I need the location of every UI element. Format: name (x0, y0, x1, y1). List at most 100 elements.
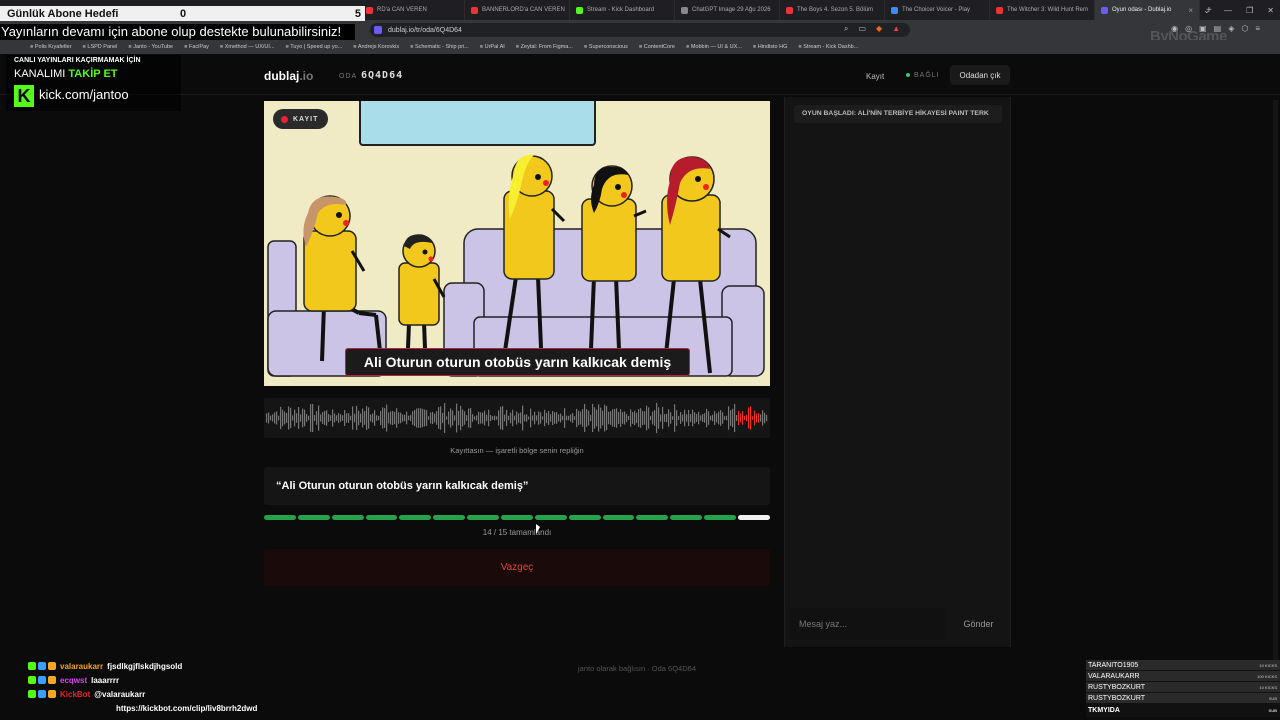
waveform-bar (524, 414, 526, 422)
browser-tab[interactable]: The Boys 4. Sezon 5. Bölüm (780, 0, 885, 20)
restore-icon[interactable]: ❐ (1246, 6, 1253, 15)
bookmark-item[interactable]: Tuyo | Speed up yo... (286, 44, 342, 50)
page-scrollbar[interactable] (1273, 100, 1278, 660)
waveform-bar (290, 407, 292, 429)
audio-waveform[interactable] (264, 398, 770, 438)
waveform-bar (424, 409, 426, 427)
bookmark-item[interactable]: Superconscious (584, 44, 628, 50)
chat-message: @valaraukarr (94, 689, 146, 699)
waveform-bar (578, 410, 580, 426)
room-code: 6Q4D64 (361, 70, 404, 81)
tab-label: The Witcher 3: Wild Hunt Rem (1007, 7, 1089, 13)
waveform-bar (590, 414, 592, 422)
url-field[interactable]: dublaj.io/tr/oda/6Q4D64 (370, 23, 910, 37)
waveform-bar (300, 414, 302, 422)
waveform-bar (668, 409, 670, 427)
waveform-bar (638, 408, 640, 428)
browser-tab[interactable]: BANNERLORD'a CAN VEREN (465, 0, 570, 20)
bookmark-item[interactable]: Mobbin — UI & UX... (686, 44, 742, 50)
chat-message: laaarrrr (91, 675, 120, 685)
browser-tab[interactable]: Stream - Kick Dashboard (570, 0, 675, 20)
minimize-icon[interactable]: — (1224, 6, 1232, 15)
nav-record-link[interactable]: Kayıt (866, 72, 884, 81)
wallet-icon[interactable]: ⬡ (1241, 24, 1248, 33)
waveform-bar (716, 413, 718, 423)
waveform-bar (330, 415, 332, 421)
waveform-bar (594, 407, 596, 429)
browser-tab[interactable]: RD'a CAN VEREN (360, 0, 465, 20)
browser-tab[interactable]: The Choicer Voicer - Play (885, 0, 990, 20)
bookmark-item[interactable]: Xmethod — UX/UI... (220, 44, 275, 50)
current-line-card: “Ali Oturun oturun otobüs yarın kalkıcak… (264, 467, 770, 505)
cancel-button[interactable]: Vazgeç (264, 549, 770, 586)
waveform-bar (310, 404, 312, 432)
waveform-bar (302, 408, 304, 428)
brave-shield-icon[interactable]: ◆ (876, 24, 882, 34)
waveform-bar (328, 414, 330, 422)
bookmark-item[interactable]: ContentCore (639, 44, 675, 50)
waveform-bar (584, 404, 586, 432)
menu-icon[interactable]: ≡ (1255, 24, 1260, 33)
waveform-bar (532, 415, 534, 421)
waveform-bar (740, 413, 742, 423)
waveform-bar (600, 407, 602, 429)
progress-segment (297, 515, 330, 520)
leaderboard-name: VALARAUKARR (1088, 672, 1140, 680)
tab-search-icon[interactable]: ⌄ (1203, 6, 1210, 15)
waveform-bar (414, 409, 416, 427)
leaderboard-name: RUSTYBOZKURT (1088, 694, 1146, 702)
waveform-bar (672, 416, 674, 420)
waveform-bar (634, 410, 636, 426)
waveform-bar (364, 411, 366, 425)
close-tab-icon[interactable]: × (1188, 6, 1193, 15)
zoom-icon[interactable]: ⌕ (844, 24, 848, 34)
bookmark-item[interactable]: Hindisto HG (753, 44, 788, 50)
waveform-bar (348, 413, 350, 423)
tab-favicon-icon (786, 6, 793, 14)
bookmark-item[interactable]: Stream - Kick Dashb... (798, 44, 858, 50)
waveform-bar (322, 412, 324, 424)
dublaj-logo[interactable]: dublaj.io (264, 69, 313, 83)
bookmark-item[interactable]: Polis Kıyafetler (30, 44, 72, 50)
waveform-bar (480, 412, 482, 424)
app-header: dublaj.io ODA 6Q4D64 Kayıt BAĞLI Odadan … (0, 57, 1280, 95)
message-input[interactable] (789, 608, 946, 640)
sub-goal-current: 0 (180, 7, 187, 20)
bookmark-item[interactable]: Janto - YouTube (128, 44, 173, 50)
extension-icon[interactable]: ◈ (1228, 24, 1234, 33)
waveform-bar (592, 403, 594, 433)
bookmark-item[interactable]: UrPal AI (480, 44, 505, 50)
badge-icon (38, 676, 46, 684)
bookmark-item[interactable]: Schematic - Ship pri... (410, 44, 469, 50)
browser-tab[interactable]: The Witcher 3: Wild Hunt Rem (990, 0, 1095, 20)
cast-icon[interactable]: ▭ (858, 24, 866, 34)
bookmark-item[interactable]: Zeytal: From Figma... (516, 44, 573, 50)
rewards-icon[interactable]: ▲ (892, 24, 900, 34)
progress-segment (602, 515, 635, 520)
leave-room-button[interactable]: Odadan çık (950, 65, 1010, 85)
waveform-bar (698, 411, 700, 425)
waveform-bar (520, 412, 522, 424)
waveform-bar (732, 408, 734, 428)
kick-line2: KANALIMI TAKİP ET (14, 68, 118, 80)
progress-segment (467, 515, 500, 520)
waveform-bar (576, 408, 578, 428)
bookmark-item[interactable]: Andrejs Korovkis (353, 44, 399, 50)
close-window-icon[interactable]: ✕ (1267, 6, 1274, 15)
waveform-bar (644, 411, 646, 425)
waveform-bar (736, 415, 738, 421)
waveform-bar (534, 411, 536, 425)
browser-tab[interactable]: Oyun odası - Dublaj.io × (1095, 0, 1200, 20)
waveform-bar (602, 410, 604, 426)
waveform-bar (280, 406, 282, 430)
progress-text: 14 / 15 tamamlandı (482, 528, 552, 537)
waveform-bar (316, 411, 318, 425)
chat-username: KickBot (60, 689, 91, 699)
badge-icon (28, 690, 36, 698)
waveform-bar (386, 404, 388, 432)
bookmark-item[interactable]: FaciPay (184, 44, 209, 50)
bookmark-item[interactable]: LSPD Panel (83, 44, 117, 50)
send-button[interactable]: Gönder (950, 608, 1007, 640)
waveform-bar (404, 414, 406, 422)
browser-tab[interactable]: ChatGPT Image 29 Ağu 2026 (675, 0, 780, 20)
